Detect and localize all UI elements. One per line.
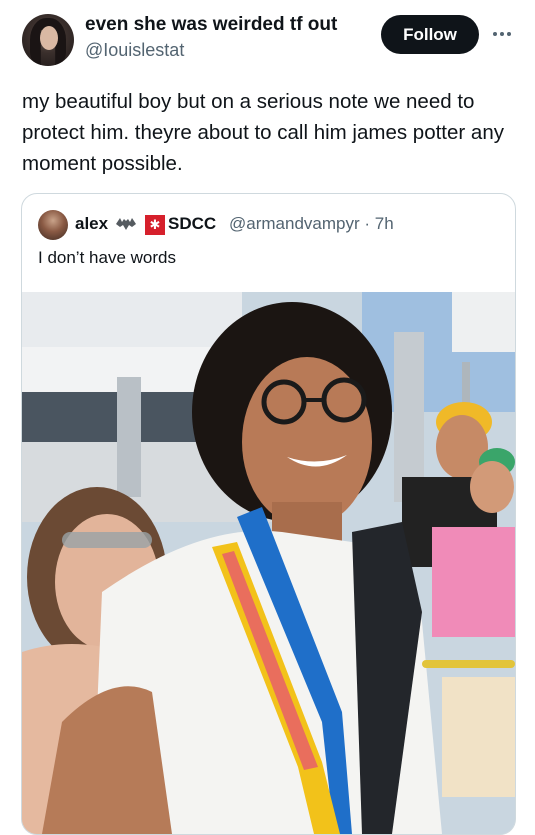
follow-button[interactable]: Follow — [381, 15, 479, 54]
avatar-face — [40, 26, 58, 50]
quoted-photo[interactable] — [22, 292, 515, 834]
author-avatar[interactable] — [22, 14, 74, 66]
author-handle[interactable]: @Iouislestat — [85, 40, 184, 61]
more-dot — [507, 32, 511, 36]
author-name[interactable]: even she was weirded tf out — [85, 14, 337, 36]
post-text: my beautiful boy but on a serious note w… — [22, 90, 504, 175]
more-horizontal-icon[interactable] — [489, 22, 515, 46]
bat-emoji-icon — [116, 218, 136, 230]
more-dot — [493, 32, 497, 36]
quoted-author-avatar — [38, 210, 68, 240]
more-dot — [500, 32, 504, 36]
quoted-author-name: alex — [75, 214, 109, 233]
sdcc-badge-icon: ✱ — [145, 215, 165, 235]
quoted-post[interactable]: alex ✱ SDCC @armandvampyr · 7h I don’t h… — [21, 193, 516, 835]
photo-illustration — [22, 292, 515, 834]
quoted-author-handle-time: @armandvampyr · 7h — [229, 214, 394, 233]
quoted-author-name-suffix: SDCC — [168, 214, 217, 233]
quoted-post-text: I don’t have words — [38, 248, 176, 267]
